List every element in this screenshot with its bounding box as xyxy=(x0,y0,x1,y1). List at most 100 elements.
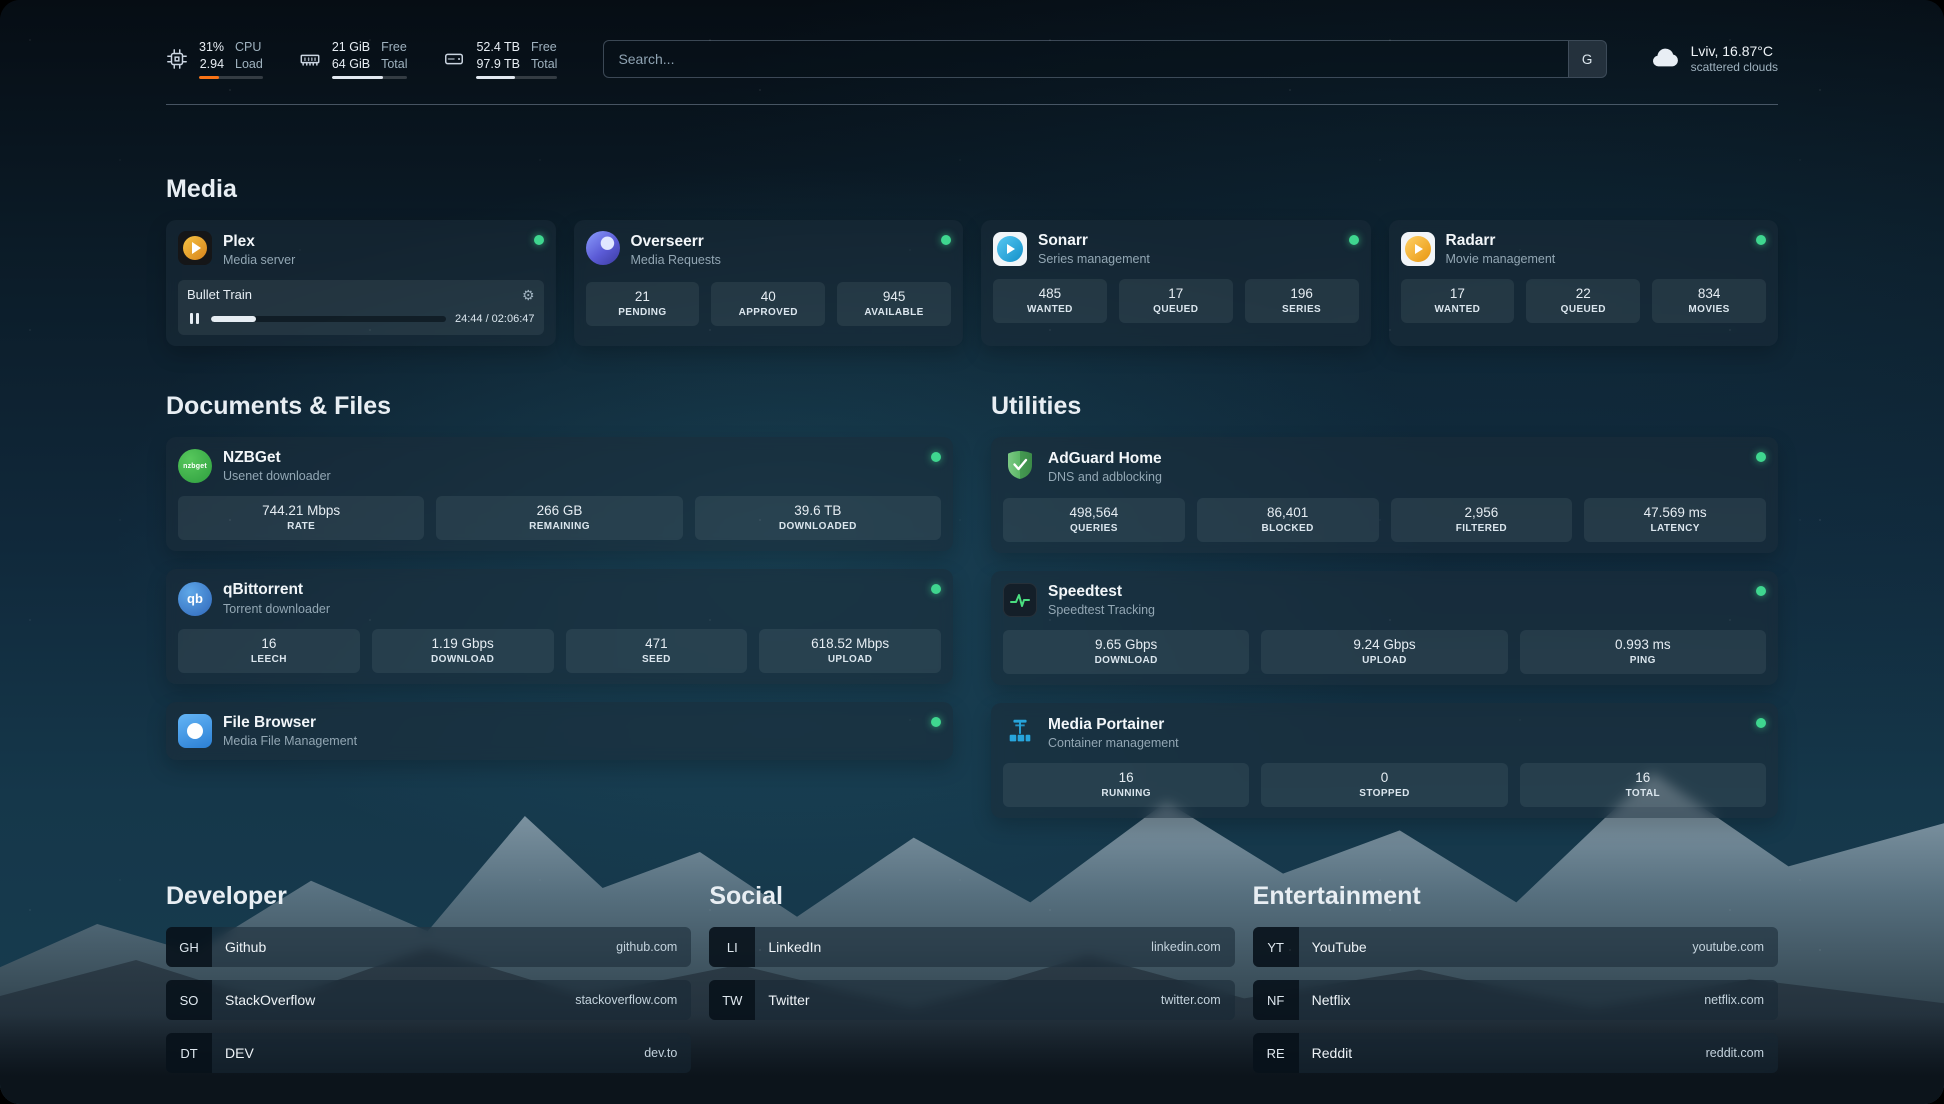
resource-label: Free xyxy=(381,39,407,55)
status-dot xyxy=(534,235,544,245)
stat-block: 196 SERIES xyxy=(1245,279,1359,323)
stat-block: 266 GB REMAINING xyxy=(436,496,682,540)
bookmark-url: github.com xyxy=(616,940,677,954)
stat-value: 47.569 ms xyxy=(1588,505,1762,520)
service-card-overseerr[interactable]: Overseerr Media Requests 21 PENDING 40 A… xyxy=(574,220,964,346)
portainer-icon xyxy=(1003,714,1037,751)
service-name: Overseerr xyxy=(631,232,721,252)
weather-widget[interactable]: Lviv, 16.87°C scattered clouds xyxy=(1649,41,1778,78)
playback-time: 24:44 / 02:06:47 xyxy=(455,313,535,325)
bookmark-reddit[interactable]: RE Reddit reddit.com xyxy=(1253,1033,1778,1073)
bookmark-url: dev.to xyxy=(644,1046,677,1060)
stat-label: QUERIES xyxy=(1007,523,1181,534)
service-card-radarr[interactable]: Radarr Movie management 17 WANTED 22 QUE… xyxy=(1389,220,1779,346)
bookmark-name: Twitter xyxy=(768,992,809,1008)
stat-label: TOTAL xyxy=(1524,788,1762,799)
stat-block: 2,956 FILTERED xyxy=(1391,498,1573,542)
resource-widgets: 31% 2.94 CPU Load 21 GiB 64 GiB Free xyxy=(166,39,557,79)
bookmark-abbr: GH xyxy=(166,927,212,967)
adguard-icon xyxy=(1003,448,1037,486)
service-subtitle: Series management xyxy=(1038,251,1150,267)
bookmark-youtube[interactable]: YT YouTube youtube.com xyxy=(1253,927,1778,967)
stat-value: 39.6 TB xyxy=(699,503,937,518)
stat-block: 744.21 Mbps RATE xyxy=(178,496,424,540)
search-input[interactable] xyxy=(604,41,1567,77)
service-subtitle: Container management xyxy=(1048,735,1179,751)
resource-usage-bar xyxy=(199,76,263,79)
bookmark-group-developer: Developer GH Github github.com SO StackO… xyxy=(166,882,691,1073)
search-bar[interactable]: G xyxy=(603,40,1606,78)
stat-block: 618.52 Mbps UPLOAD xyxy=(759,629,941,673)
resource-usage-fill xyxy=(476,76,514,79)
stat-value: 22 xyxy=(1530,286,1636,301)
service-name: qBittorrent xyxy=(223,580,330,600)
resource-label: CPU xyxy=(235,39,263,55)
bookmark-abbr: SO xyxy=(166,980,212,1020)
stat-label: AVAILABLE xyxy=(841,307,947,318)
service-card-adguard-home[interactable]: AdGuard Home DNS and adblocking 498,564 … xyxy=(991,437,1778,553)
service-name: File Browser xyxy=(223,713,357,733)
bookmark-github[interactable]: GH Github github.com xyxy=(166,927,691,967)
stat-label: PENDING xyxy=(590,307,696,318)
service-header: AdGuard Home DNS and adblocking xyxy=(1003,448,1766,486)
stat-value: 9.65 Gbps xyxy=(1007,637,1245,652)
bookmark-netflix[interactable]: NF Netflix netflix.com xyxy=(1253,980,1778,1020)
stat-label: QUEUED xyxy=(1123,304,1229,315)
service-subtitle: Media File Management xyxy=(223,733,357,749)
service-card-media-portainer[interactable]: Media Portainer Container management 16 … xyxy=(991,703,1778,818)
bookmark-url: netflix.com xyxy=(1704,993,1764,1007)
playback-progress-bar[interactable] xyxy=(211,316,446,322)
bookmark-stackoverflow[interactable]: SO StackOverflow stackoverflow.com xyxy=(166,980,691,1020)
bookmark-linkedin[interactable]: LI LinkedIn linkedin.com xyxy=(709,927,1234,967)
service-header: Radarr Movie management xyxy=(1401,231,1767,267)
service-stats: 16 LEECH 1.19 Gbps DOWNLOAD 471 SEED 618… xyxy=(178,629,941,673)
stat-label: DOWNLOADED xyxy=(699,521,937,532)
service-name: Radarr xyxy=(1446,231,1556,251)
resource-value: 2.94 xyxy=(200,56,224,72)
stat-block: 945 AVAILABLE xyxy=(837,282,951,326)
stat-block: 0.993 ms PING xyxy=(1520,630,1766,674)
stat-label: DOWNLOAD xyxy=(376,654,550,665)
memory-icon xyxy=(299,48,321,70)
service-header: Sonarr Series management xyxy=(993,231,1359,267)
resource-value: 97.9 TB xyxy=(476,56,520,72)
service-card-nzbget[interactable]: nzbget NZBGet Usenet downloader 744.21 M… xyxy=(166,437,953,551)
resource-value: 31% xyxy=(199,39,224,55)
bookmarks-area: Developer GH Github github.com SO StackO… xyxy=(166,882,1778,1073)
stat-label: APPROVED xyxy=(715,307,821,318)
service-stats: 485 WANTED 17 QUEUED 196 SERIES xyxy=(993,279,1359,323)
stat-value: 0 xyxy=(1265,770,1503,785)
service-card-sonarr[interactable]: Sonarr Series management 485 WANTED 17 Q… xyxy=(981,220,1371,346)
stat-value: 266 GB xyxy=(440,503,678,518)
stat-value: 471 xyxy=(570,636,744,651)
status-dot xyxy=(931,584,941,594)
stat-value: 2,956 xyxy=(1395,505,1569,520)
service-card-plex[interactable]: Plex Media server Bullet Train ⚙ 24:44 /… xyxy=(166,220,556,346)
cloud-icon xyxy=(1649,41,1681,78)
stat-value: 196 xyxy=(1249,286,1355,301)
service-card-file-browser[interactable]: File Browser Media File Management xyxy=(166,702,953,760)
stat-block: 17 QUEUED xyxy=(1119,279,1233,323)
stat-value: 17 xyxy=(1405,286,1511,301)
stat-value: 945 xyxy=(841,289,947,304)
bookmark-dev[interactable]: DT DEV dev.to xyxy=(166,1033,691,1073)
stat-block: 47.569 ms LATENCY xyxy=(1584,498,1766,542)
pause-icon[interactable] xyxy=(187,311,202,326)
service-stats: 9.65 Gbps DOWNLOAD 9.24 Gbps UPLOAD 0.99… xyxy=(1003,630,1766,674)
service-card-speedtest[interactable]: Speedtest Speedtest Tracking 9.65 Gbps D… xyxy=(991,571,1778,685)
service-subtitle: DNS and adblocking xyxy=(1048,469,1162,485)
service-subtitle: Media server xyxy=(223,252,295,268)
gear-icon[interactable]: ⚙ xyxy=(522,288,535,302)
stat-label: RUNNING xyxy=(1007,788,1245,799)
section-title-media: Media xyxy=(166,175,1778,204)
bookmark-twitter[interactable]: TW Twitter twitter.com xyxy=(709,980,1234,1020)
service-subtitle: Movie management xyxy=(1446,251,1556,267)
playback-progress-fill xyxy=(211,316,256,322)
service-stats: 16 RUNNING 0 STOPPED 16 TOTAL xyxy=(1003,763,1766,807)
service-card-qbittorrent[interactable]: qb qBittorrent Torrent downloader 16 LEE… xyxy=(166,569,953,683)
disk-icon xyxy=(443,48,465,70)
search-provider-button[interactable]: G xyxy=(1568,41,1606,77)
qbittorrent-icon: qb xyxy=(178,582,212,616)
status-dot xyxy=(931,452,941,462)
stat-block: 0 STOPPED xyxy=(1261,763,1507,807)
